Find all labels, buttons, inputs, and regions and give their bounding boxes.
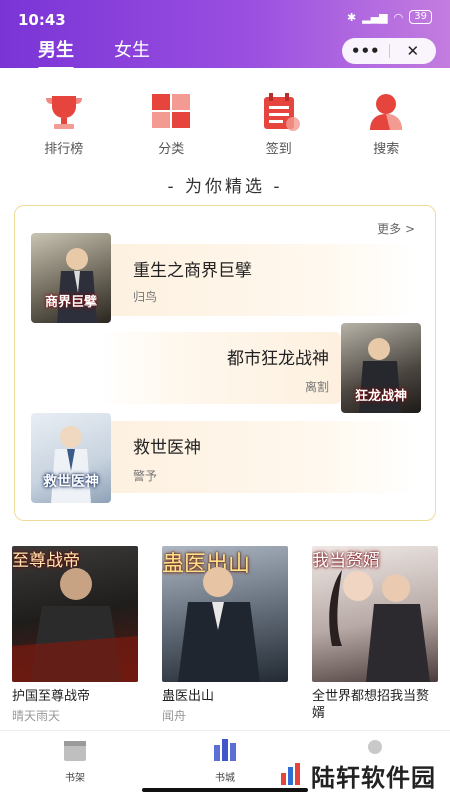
tab-bookshelf[interactable]: 书架: [35, 737, 115, 784]
pick-row[interactable]: 救世医神 警予: [95, 421, 415, 493]
quick-entry-label: 分类: [158, 142, 185, 157]
trophy-icon: [42, 92, 86, 132]
tab-label: 书城: [215, 773, 235, 784]
quick-entry-label: 签到: [265, 142, 292, 157]
battery-icon: 39: [409, 10, 432, 24]
more-link[interactable]: 更多 >: [377, 220, 415, 237]
pick-title: 救世医神: [133, 438, 201, 458]
book-cover: 蛊医出山: [162, 546, 288, 682]
quick-entry-bar: 排行榜 分类 签到 搜索: [0, 92, 450, 157]
quick-entry-search[interactable]: 搜索: [346, 92, 426, 157]
bookshelf-icon: [62, 737, 88, 763]
tab-label: 书架: [65, 773, 85, 784]
home-indicator: [142, 788, 308, 792]
book-title: 全世界都想招我当赘婿: [312, 689, 430, 721]
cover-title: 狂龙战神: [354, 389, 407, 404]
book-item[interactable]: 蛊医出山 蛊医出山 闻舟: [162, 546, 288, 724]
book-cover: 我当赘婿: [312, 546, 438, 682]
pick-author: 离割: [304, 380, 329, 394]
pick-title: 都市狂龙战神: [227, 349, 329, 369]
cover-title: 救世医神: [43, 474, 99, 490]
quick-entry-checkin[interactable]: 签到: [239, 92, 319, 157]
pick-cover-2[interactable]: 狂龙战神: [341, 323, 421, 413]
app-header: 10:43 ✱ ▂▄▆ ◠ 39 男生 女生 ••• ✕: [0, 0, 450, 70]
wifi-icon: ◠: [393, 10, 404, 24]
calendar-icon: [257, 92, 301, 132]
bookstore-icon: [212, 737, 238, 763]
book-title: 蛊医出山: [162, 689, 215, 704]
cover-title: 商界巨擘: [44, 295, 97, 310]
pick-cover-1[interactable]: 商界巨擘: [31, 233, 111, 323]
book-cover: 至尊战帝: [12, 546, 138, 682]
book-author: 闻舟: [162, 709, 187, 723]
person-search-icon: [364, 92, 408, 132]
gender-tabs: 男生 女生: [38, 36, 150, 70]
pick-row[interactable]: 重生之商界巨擘 归鸟: [95, 244, 415, 316]
picks-section-title: - 为你精选 -: [167, 177, 283, 197]
book-title: 护国至尊战帝: [12, 689, 91, 704]
bluetooth-icon: ✱: [347, 10, 357, 24]
pick-cover-3[interactable]: 救世医神: [31, 413, 111, 503]
signal-icon: ▂▄▆: [362, 10, 388, 24]
status-icons: ✱ ▂▄▆ ◠ 39: [347, 10, 432, 24]
tab-bookstore[interactable]: 书城: [185, 737, 265, 784]
quick-entry-ranking[interactable]: 排行榜: [24, 92, 104, 157]
tab-female[interactable]: 女生: [114, 36, 150, 70]
pick-author: 警予: [133, 469, 158, 483]
more-options-button[interactable]: •••: [342, 38, 389, 64]
watermark-text: 陆轩软件园: [311, 764, 436, 792]
grid-icon: [149, 92, 193, 132]
pick-row[interactable]: 都市狂龙战神 离割: [101, 332, 341, 404]
status-time: 10:43: [18, 11, 66, 29]
pick-title: 重生之商界巨擘: [133, 261, 252, 281]
tab-male[interactable]: 男生: [38, 36, 74, 70]
book-item[interactable]: 我当赘婿 全世界都想招我当赘婿: [312, 546, 438, 724]
picks-card: 更多 > 重生之商界巨擘 归鸟 商界巨擘 都市狂龙战神 离割 狂龙战神 救世医神…: [14, 205, 436, 521]
quick-entry-label: 搜索: [373, 142, 400, 157]
miniprogram-capsule: ••• ✕: [342, 38, 436, 64]
quick-entry-category[interactable]: 分类: [131, 92, 211, 157]
watermark-logo-icon: [279, 761, 305, 791]
status-bar: 10:43 ✱ ▂▄▆ ◠ 39: [0, 0, 450, 32]
close-button[interactable]: ✕: [390, 38, 437, 64]
book-author: 晴天雨天: [12, 709, 61, 723]
quick-entry-label: 排行榜: [44, 142, 84, 157]
book-item[interactable]: 至尊战帝 护国至尊战帝 晴天雨天: [12, 546, 138, 724]
book-grid: 至尊战帝 护国至尊战帝 晴天雨天 蛊医出山 蛊医出山 闻舟 我当赘婿 全世界都想…: [0, 546, 450, 726]
pick-author: 归鸟: [133, 290, 158, 304]
